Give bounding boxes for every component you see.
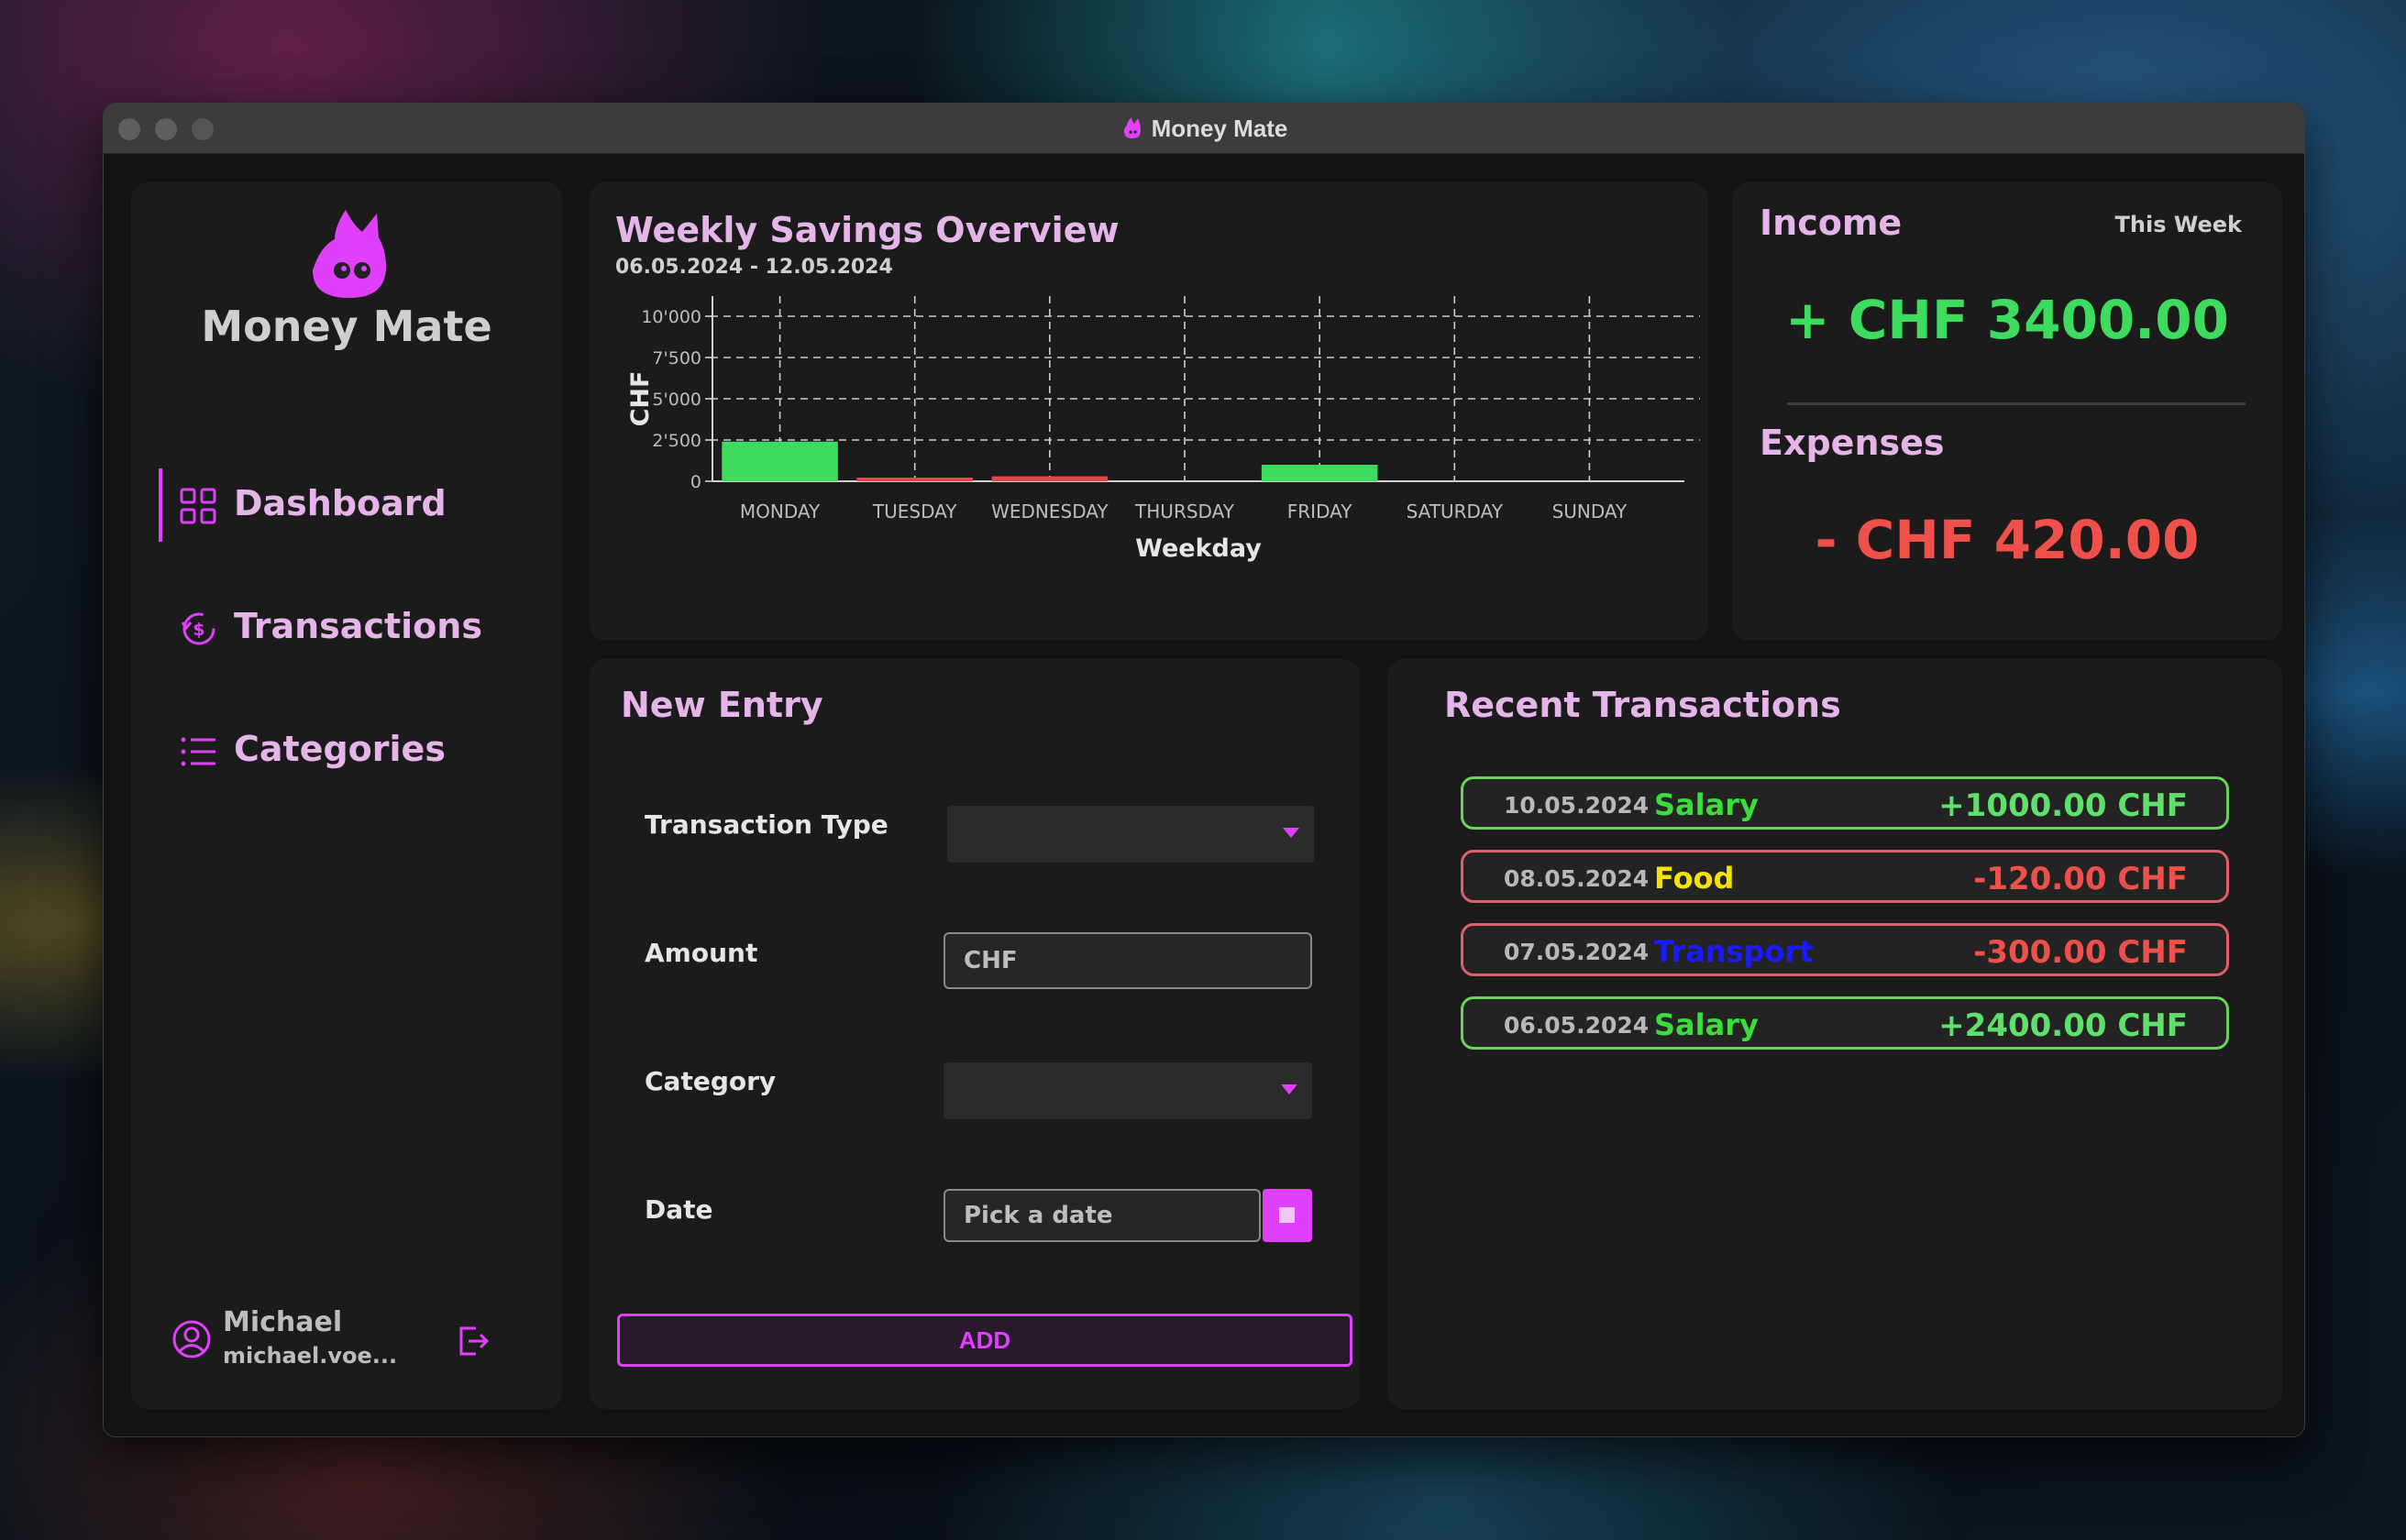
chevron-down-icon xyxy=(1283,828,1299,838)
x-tick-label: THURSDAY xyxy=(1134,500,1235,522)
recent-transactions-panel: Recent Transactions 10.05.2024 Salary +100… xyxy=(1387,659,2282,1409)
fox-logo-icon xyxy=(313,210,386,298)
income-label: Income xyxy=(1760,203,1903,243)
recent-transactions-title: Recent Transactions xyxy=(1444,685,1841,725)
transaction-type-select[interactable] xyxy=(947,806,1314,863)
amount-label: Amount xyxy=(645,938,758,968)
transaction-row[interactable]: 08.05.2024 Food -120.00 CHF xyxy=(1461,850,2229,903)
transaction-date: 10.05.2024 xyxy=(1504,792,1650,819)
transaction-amount: +1000.00 CHF xyxy=(1938,787,2188,824)
income-value: + CHF 3400.00 xyxy=(1785,289,2229,351)
y-tick-label: 10'000 xyxy=(641,307,701,327)
chevron-down-icon xyxy=(1281,1084,1297,1094)
app-logo-icon xyxy=(1123,117,1141,138)
title-bar: Money Mate xyxy=(104,104,2304,154)
weekly-savings-chart: 0 2'500 5'000 7'500 10'000 MONDAY TUESDAY WEDNE… xyxy=(626,296,1700,563)
x-axis-label: Weekday xyxy=(1135,534,1262,563)
new-entry-panel: New Entry Transaction Type Amount CHF Ca… xyxy=(590,659,1360,1409)
grid-icon xyxy=(180,488,216,524)
transaction-row[interactable]: 10.05.2024 Salary +1000.00 CHF xyxy=(1461,776,2229,830)
transaction-date: 08.05.2024 xyxy=(1504,865,1650,892)
transaction-row[interactable]: 06.05.2024 Salary +2400.00 CHF xyxy=(1461,996,2229,1050)
expenses-value: - CHF 420.00 xyxy=(1815,509,2200,571)
x-tick-label: MONDAY xyxy=(740,500,821,522)
bar xyxy=(856,478,973,481)
x-tick-label: SATURDAY xyxy=(1407,500,1504,522)
x-tick-label: TUESDAY xyxy=(872,500,957,522)
weekly-savings-panel: Weekly Savings Overview 06.05.2024 - 12.… xyxy=(590,182,1708,641)
app-name: Money Mate xyxy=(201,302,492,351)
transaction-category: Transport xyxy=(1654,934,1814,969)
user-avatar-icon xyxy=(172,1320,211,1358)
date-picker-button[interactable] xyxy=(1263,1189,1312,1242)
y-tick-label: 5'000 xyxy=(652,390,701,410)
expenses-label: Expenses xyxy=(1760,423,1945,463)
y-axis-label: CHF xyxy=(626,371,655,427)
sidebar-item-dashboard[interactable]: Dashboard xyxy=(131,468,562,542)
sidebar-item-label: Categories xyxy=(234,729,446,769)
transaction-row[interactable]: 07.05.2024 Transport -300.00 CHF xyxy=(1461,923,2229,976)
sidebar: Money Mate Dashboard $ Transactions Cate… xyxy=(131,182,562,1409)
x-tick-label: FRIDAY xyxy=(1287,500,1352,522)
transaction-date: 07.05.2024 xyxy=(1504,939,1650,965)
svg-text:$: $ xyxy=(193,620,204,640)
category-select[interactable] xyxy=(944,1062,1312,1119)
add-button[interactable]: ADD xyxy=(617,1314,1352,1367)
sidebar-item-label: Transactions xyxy=(234,606,482,646)
summary-panel: Income This Week + CHF 3400.00 Expenses … xyxy=(1732,182,2282,641)
date-label: Date xyxy=(645,1194,713,1225)
date-input[interactable]: Pick a date xyxy=(944,1189,1261,1242)
y-tick-label: 2'500 xyxy=(652,431,701,451)
active-indicator xyxy=(159,468,162,542)
sidebar-item-categories[interactable]: Categories xyxy=(131,714,562,787)
x-tick-label: SUNDAY xyxy=(1552,500,1628,522)
calendar-icon xyxy=(1279,1207,1295,1223)
user-name: Michael xyxy=(223,1306,343,1338)
new-entry-title: New Entry xyxy=(621,685,823,725)
transaction-date: 06.05.2024 xyxy=(1504,1012,1650,1039)
y-tick-label: 0 xyxy=(690,472,701,492)
transaction-type-label: Transaction Type xyxy=(645,809,888,840)
summary-divider xyxy=(1787,402,2246,405)
category-label: Category xyxy=(645,1066,777,1096)
bar xyxy=(1261,465,1378,481)
list-icon xyxy=(181,737,215,766)
transaction-category: Food xyxy=(1654,861,1735,896)
sidebar-item-transactions[interactable]: $ Transactions xyxy=(131,591,562,665)
bar xyxy=(991,476,1109,481)
logout-icon[interactable] xyxy=(456,1323,492,1359)
amount-input[interactable]: CHF xyxy=(944,932,1312,989)
transaction-category: Salary xyxy=(1654,787,1759,822)
transaction-amount: -120.00 CHF xyxy=(1973,861,2188,897)
app-window: Money Mate Money Mate Dashboard $ Transa… xyxy=(103,103,2305,1437)
y-tick-label: 7'500 xyxy=(652,348,701,368)
user-email: michael.voe... xyxy=(223,1343,398,1369)
dollar-cycle-icon: $ xyxy=(181,612,215,645)
bar xyxy=(722,441,838,481)
period-label: This Week xyxy=(2114,212,2242,237)
transaction-amount: -300.00 CHF xyxy=(1973,934,2188,971)
sidebar-item-label: Dashboard xyxy=(234,483,447,523)
window-title: Money Mate xyxy=(1151,114,1288,142)
transaction-category: Salary xyxy=(1654,1007,1759,1042)
transaction-amount: +2400.00 CHF xyxy=(1938,1007,2188,1044)
x-tick-label: WEDNESDAY xyxy=(991,500,1109,522)
